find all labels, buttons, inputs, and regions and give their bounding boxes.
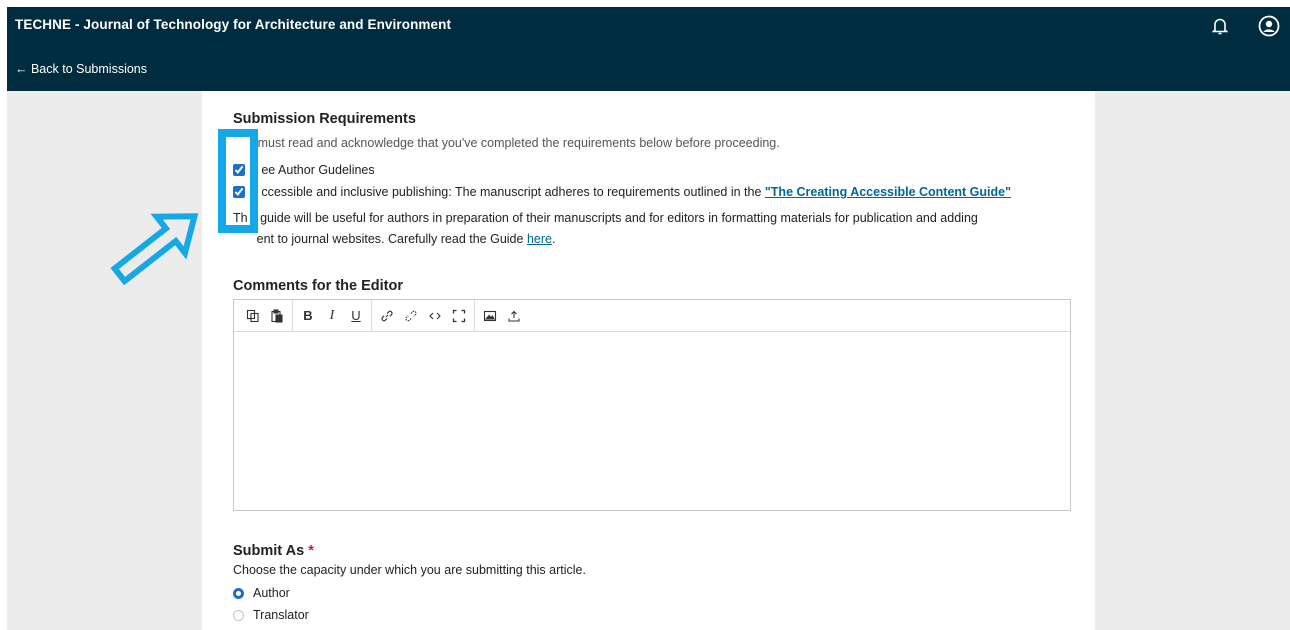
highlight-box [218,129,258,233]
upload-icon[interactable] [502,304,526,328]
submit-as-heading: Submit As * [233,543,314,559]
link-icon[interactable] [375,304,399,328]
comments-editor[interactable]: B I U [233,299,1071,511]
radio-author-button[interactable] [233,587,244,599]
image-icon[interactable] [478,304,502,328]
highlight-arrow-icon [110,213,199,286]
bold-icon[interactable]: B [296,304,320,328]
page-background: Submission Requirements You must read an… [7,91,1290,630]
code-icon[interactable] [423,304,447,328]
unlink-icon[interactable] [399,304,423,328]
top-navigation-bar: TECHNE - Journal of Technology for Archi… [7,7,1290,91]
editor-toolbar: B I U [234,299,1070,332]
submission-form-panel: Submission Requirements You must read an… [202,91,1095,630]
comments-textarea[interactable] [234,332,1070,510]
submit-as-description: Choose the capacity under which you are … [233,563,586,577]
radio-translator-button[interactable] [233,609,244,621]
comments-heading: Comments for the Editor [233,278,403,294]
fullscreen-icon[interactable] [447,304,471,328]
radio-translator[interactable]: Translator [233,608,309,622]
requirement-checkbox-accessibility[interactable]: Accessible and inclusive publishing: The… [233,185,1011,199]
guide-here-link[interactable]: here [527,232,552,246]
user-circle-icon[interactable] [1258,15,1280,37]
app-window: TECHNE - Journal of Technology for Archi… [7,7,1290,630]
back-to-submissions-link[interactable]: ← Back to Submissions [15,62,147,76]
journal-title: TECHNE - Journal of Technology for Archi… [15,17,452,32]
radio-author[interactable]: Author [233,586,290,600]
requirements-note: This guide will be useful for authors in… [233,211,978,246]
copy-icon[interactable] [241,304,265,328]
italic-icon[interactable]: I [320,304,344,328]
requirements-heading: Submission Requirements [233,111,416,127]
paste-icon[interactable] [265,304,289,328]
bell-icon[interactable] [1210,16,1230,36]
underline-icon[interactable]: U [344,304,368,328]
requirements-description: You must read and acknowledge that you'v… [233,136,780,150]
accessible-content-guide-link[interactable]: "The Creating Accessible Content Guide" [765,185,1011,199]
